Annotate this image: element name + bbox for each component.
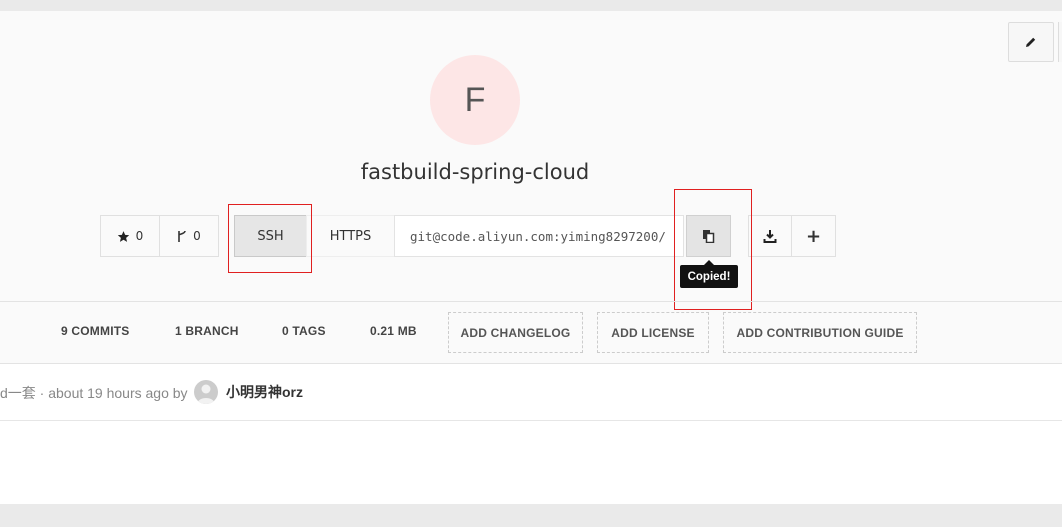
pencil-icon	[1026, 37, 1036, 47]
stats-divider	[0, 301, 1062, 302]
repo-size: 0.21 MB	[370, 324, 417, 338]
author-name-link[interactable]: 小明男神orz	[226, 382, 303, 402]
user-silhouette-icon	[197, 384, 215, 404]
https-button[interactable]: HTTPS	[306, 215, 395, 257]
author-avatar[interactable]	[194, 380, 218, 404]
copy-url-button[interactable]	[686, 215, 731, 257]
clone-url-input[interactable]: git@code.aliyun.com:yiming8297200/	[394, 215, 684, 257]
add-contribution-guide-button[interactable]: ADD CONTRIBUTION GUIDE	[723, 312, 917, 353]
add-license-button[interactable]: ADD LICENSE	[597, 312, 709, 353]
project-avatar: F	[430, 55, 520, 145]
download-button[interactable]	[748, 215, 792, 257]
download-icon	[763, 230, 777, 243]
star-count: 0	[135, 229, 144, 243]
commits-count-link[interactable]: 9 COMMITS	[61, 324, 129, 338]
fork-icon	[178, 230, 186, 242]
project-title: fastbuild-spring-cloud	[360, 160, 590, 184]
clone-url-text: git@code.aliyun.com:yiming8297200/	[410, 228, 666, 244]
add-changelog-button[interactable]: ADD CHANGELOG	[448, 312, 583, 353]
fork-count: 0	[193, 229, 201, 243]
latest-commit-row: d一套 · about 19 hours ago by 小明男神orz	[0, 364, 1062, 421]
star-button[interactable]: 0	[100, 215, 160, 257]
latest-commit-section: d一套 · about 19 hours ago by 小明男神orz	[0, 363, 1062, 504]
edit-button[interactable]	[1008, 22, 1054, 62]
star-icon	[117, 230, 129, 242]
ssh-button[interactable]: SSH	[234, 215, 307, 257]
branch-count-link[interactable]: 1 BRANCH	[175, 324, 239, 338]
tags-count-link[interactable]: 0 TAGS	[282, 324, 326, 338]
avatar-letter: F	[464, 80, 486, 119]
fork-button[interactable]: 0	[159, 215, 219, 257]
commit-message[interactable]: d一套 · about 19 hours ago by	[0, 383, 188, 403]
toolbar-edge	[1058, 22, 1062, 62]
clipboard-icon	[703, 230, 715, 243]
copied-tooltip: Copied!	[680, 260, 738, 288]
add-button[interactable]: +	[791, 215, 836, 257]
